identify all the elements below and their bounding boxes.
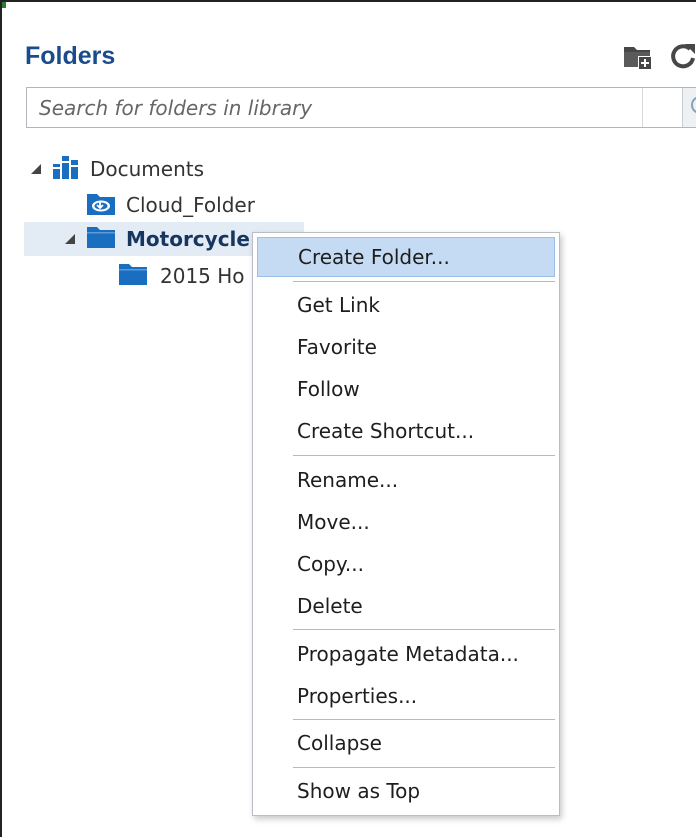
collapse-arrow-icon[interactable] (62, 231, 78, 247)
menu-item-favorite[interactable]: Favorite (257, 327, 555, 367)
menu-item-create-folder[interactable]: Create Folder... (257, 237, 555, 277)
collapse-arrow-icon[interactable] (28, 161, 44, 177)
menu-item-properties[interactable]: Properties... (257, 676, 555, 716)
menu-divider (293, 719, 555, 720)
menu-item-rename[interactable]: Rename... (257, 460, 555, 500)
menu-divider (293, 281, 555, 282)
menu-item-follow[interactable]: Follow (257, 369, 555, 409)
tree-item-2015[interactable]: 2015 Ho (118, 259, 245, 293)
search-box (26, 87, 696, 128)
panel-title: Folders (25, 42, 116, 70)
menu-divider (293, 455, 555, 456)
menu-divider (293, 629, 555, 630)
tree-item-documents[interactable]: Documents (28, 152, 204, 186)
tree-item-label: Documents (90, 157, 205, 181)
refresh-icon[interactable] (668, 40, 696, 76)
menu-item-collapse[interactable]: Collapse (257, 723, 555, 763)
folders-panel: Folders Search for folders in library Do… (0, 0, 696, 837)
search-button[interactable] (682, 88, 696, 127)
tree-item-label: Motorcycle (126, 227, 250, 251)
menu-item-propagate-metadata[interactable]: Propagate Metadata... (257, 634, 555, 674)
menu-item-delete[interactable]: Delete (257, 586, 555, 626)
search-icon (683, 96, 696, 131)
folder-icon (118, 262, 148, 290)
search-input[interactable] (27, 88, 619, 127)
new-folder-icon[interactable] (622, 40, 654, 76)
panel-corner-accent (2, 2, 6, 8)
menu-item-create-shortcut[interactable]: Create Shortcut... (257, 411, 555, 451)
search-divider (642, 88, 643, 127)
menu-item-move[interactable]: Move... (257, 502, 555, 542)
menu-item-copy[interactable]: Copy... (257, 544, 555, 584)
menu-item-get-link[interactable]: Get Link (257, 285, 555, 325)
folder-icon (86, 225, 116, 253)
menu-divider (293, 767, 555, 768)
context-menu: Create Folder... Get Link Favorite Follo… (252, 232, 560, 816)
menu-item-show-as-top[interactable]: Show as Top (257, 771, 555, 811)
library-icon (52, 154, 80, 184)
tree-item-cloud-folder[interactable]: Cloud_Folder (86, 188, 255, 222)
tree-item-label: 2015 Ho (160, 264, 245, 288)
tree-item-label: Cloud_Folder (126, 193, 255, 217)
cloud-folder-icon (86, 190, 116, 220)
